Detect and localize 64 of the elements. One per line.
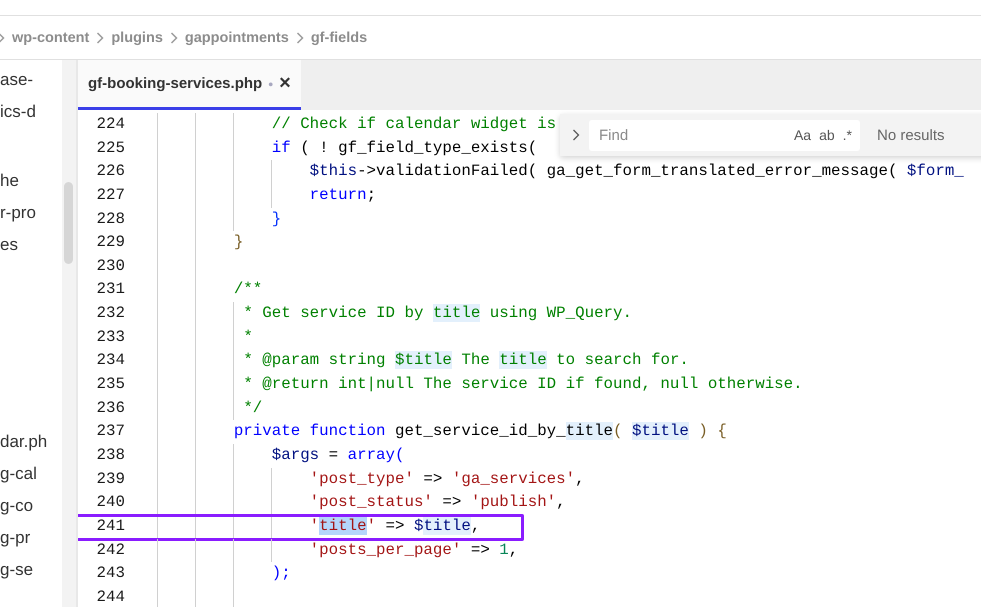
search-option-toggle[interactable]: .* <box>842 127 852 143</box>
code-line: 'post_type' => 'ga_services', <box>308 468 585 490</box>
close-button[interactable]: × <box>279 72 291 95</box>
code-line: * <box>242 326 253 348</box>
code-line: return; <box>308 184 376 206</box>
line-number: 243 <box>96 563 125 584</box>
line-number: 225 <box>96 138 125 159</box>
line-number: 238 <box>96 444 125 466</box>
file-tree-item[interactable]: g-se <box>0 554 62 586</box>
result-count: No results <box>877 126 945 144</box>
code-line: $args = array( <box>270 444 404 466</box>
code-line: * Get service ID by title using WP_Query. <box>242 303 632 324</box>
line-number: 231 <box>96 279 125 300</box>
chevron-right-icon <box>96 32 104 44</box>
code-line: } <box>270 208 282 230</box>
code-line: 'title' => $title, <box>308 516 480 537</box>
code-line: } <box>232 232 244 254</box>
line-number: 240 <box>96 492 125 514</box>
code-line: private function get_service_id_by_title( $title ) { <box>232 421 727 442</box>
line-number: 232 <box>96 303 125 324</box>
modified-indicator: • <box>268 76 274 92</box>
code-line: 'posts_per_page' => 1, <box>308 540 518 561</box>
code-line: if ( ! gf_field_type_exists( <box>270 138 538 159</box>
file-tree-item[interactable]: es <box>0 229 62 261</box>
file-tree-item[interactable]: g-cal <box>0 458 62 490</box>
code-line: * @return int|null The service ID if found, null otherwise. <box>242 374 803 396</box>
file-tree-item[interactable]: ics-d <box>0 96 62 128</box>
code-line: ); <box>270 563 291 584</box>
code-line: 'post_status' => 'publish', <box>308 492 566 514</box>
line-number: 235 <box>96 374 125 396</box>
editor-tab[interactable]: gf-booking-services.php • × <box>78 60 301 110</box>
file-tree-item[interactable]: g-pr <box>0 522 62 554</box>
line-number: 228 <box>96 208 125 230</box>
line-number: 244 <box>96 586 125 607</box>
line-number: 227 <box>96 184 125 206</box>
line-number: 239 <box>96 468 125 490</box>
code-line: /** <box>232 279 262 300</box>
line-number: 226 <box>96 161 125 182</box>
line-number: 241 <box>96 516 125 537</box>
search-option-toggle[interactable]: ab <box>819 127 835 143</box>
find-field[interactable]: Find Aa ab .* <box>589 120 860 150</box>
scrollbar-thumb[interactable] <box>64 182 73 264</box>
code-line: $this->validationFailed( ga_get_form_translated_error_message( $form_ <box>308 161 964 182</box>
code-line: */ <box>242 398 262 419</box>
chevron-right-icon[interactable] <box>572 129 580 141</box>
file-tree-item[interactable]: dar.ph <box>0 426 62 458</box>
line-number: 234 <box>96 350 125 372</box>
search-option-toggle[interactable]: Aa <box>794 127 812 143</box>
chevron-right-icon <box>170 32 178 44</box>
line-number: 233 <box>96 326 125 348</box>
line-number: 230 <box>96 256 125 277</box>
file-tree-item[interactable]: ase- <box>0 64 62 96</box>
file-tree-item[interactable]: g-co <box>0 490 62 522</box>
tab-label: gf-booking-services.php <box>88 75 262 92</box>
chevron-right-icon <box>296 32 304 44</box>
line-number: 229 <box>96 232 125 254</box>
line-number: 237 <box>96 421 125 442</box>
code-line: // Check if calendar widget is <box>270 114 556 135</box>
code-line: * @param string $title The title to search for. <box>242 350 689 372</box>
file-tree-item[interactable]: he <box>0 165 62 197</box>
line-number: 242 <box>96 540 125 561</box>
file-tree-item[interactable]: r-pro <box>0 197 62 229</box>
line-number: 224 <box>96 114 125 135</box>
line-number: 236 <box>96 398 125 419</box>
